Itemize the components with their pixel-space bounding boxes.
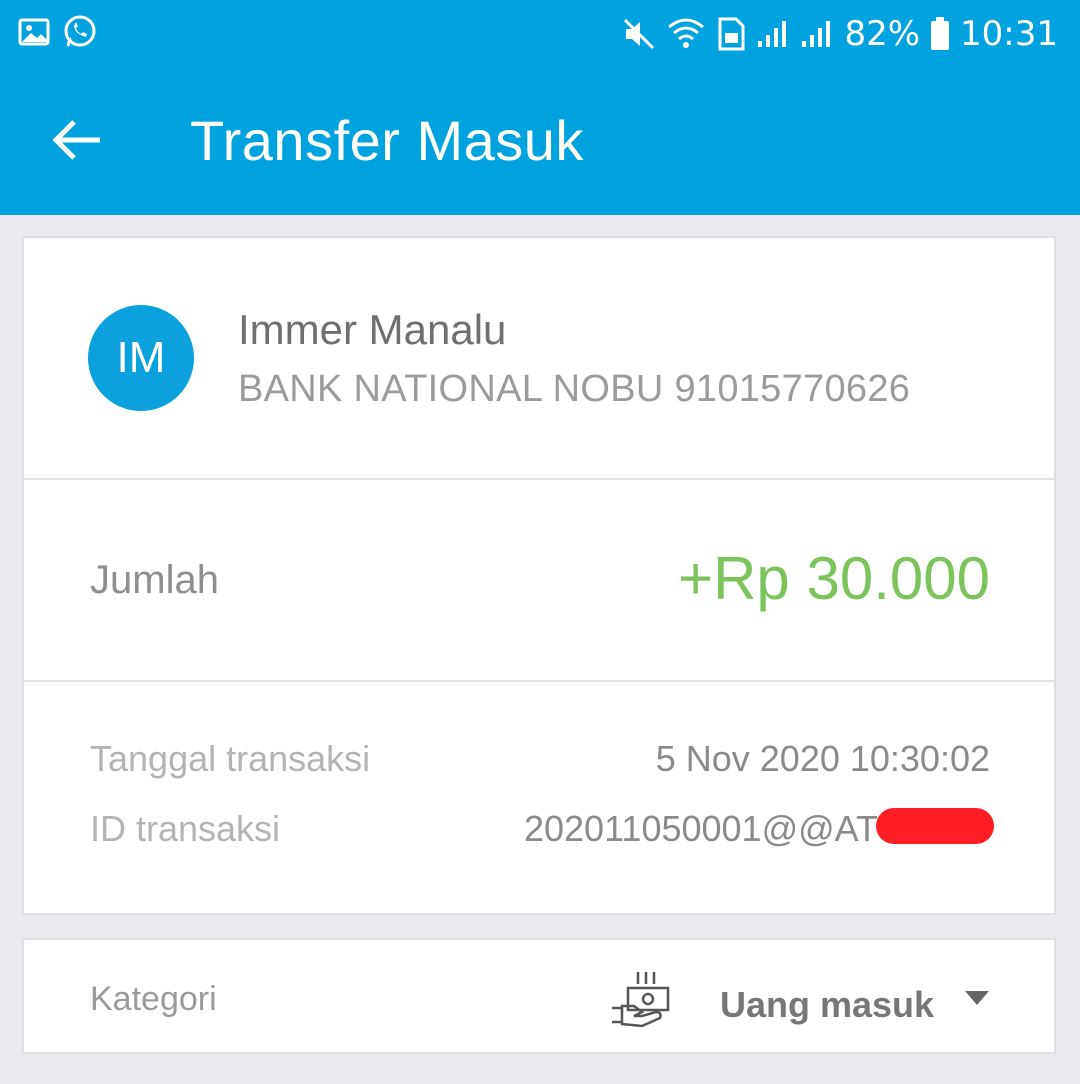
battery-icon: [930, 17, 950, 51]
transaction-card: IM Immer Manalu BANK NATIONAL NOBU 91015…: [22, 236, 1056, 915]
back-button[interactable]: [48, 112, 108, 172]
arrow-back-icon: [48, 112, 108, 172]
category-label: Kategori: [90, 980, 217, 1018]
transaction-date-value: 5 Nov 2020 10:30:02: [655, 738, 990, 779]
status-bar: 82% 10:31: [0, 0, 1080, 68]
amount-value: +Rp 30.000: [678, 545, 990, 612]
sender-bank-account: BANK NATIONAL NOBU 91015770626: [238, 368, 911, 410]
sim-icon: [716, 17, 746, 51]
details-section: Tanggal transaksi 5 Nov 2020 10:30:02 ID…: [24, 680, 1054, 915]
mute-icon: [622, 17, 656, 51]
app-header: 82% 10:31 Transfer Masuk: [0, 0, 1080, 215]
category-card: Kategori Uang masuk: [22, 938, 1056, 1054]
avatar: IM: [88, 305, 194, 411]
whatsapp-icon: [62, 14, 98, 50]
battery-percent: 82%: [844, 14, 921, 54]
money-in-icon: [608, 968, 672, 1032]
page-title: Transfer Masuk: [190, 109, 584, 172]
amount-section: Jumlah +Rp 30.000: [24, 478, 1054, 682]
transaction-id-label: ID transaksi: [90, 808, 281, 849]
sender-section: IM Immer Manalu BANK NATIONAL NOBU 91015…: [24, 238, 1054, 480]
sender-name: Immer Manalu: [238, 306, 507, 353]
signal-icon: [756, 19, 790, 49]
signal-icon: [800, 19, 834, 49]
clock: 10:31: [960, 14, 1058, 54]
category-value: Uang masuk: [720, 984, 935, 1025]
amount-label: Jumlah: [90, 558, 219, 602]
redaction-mark: [876, 808, 994, 844]
transaction-id-value: 202011050001@@AT: [523, 808, 878, 849]
caret-down-icon[interactable]: [964, 990, 990, 1006]
transaction-date-label: Tanggal transaksi: [90, 738, 371, 779]
wifi-icon: [666, 17, 706, 51]
gallery-icon: [18, 14, 50, 50]
